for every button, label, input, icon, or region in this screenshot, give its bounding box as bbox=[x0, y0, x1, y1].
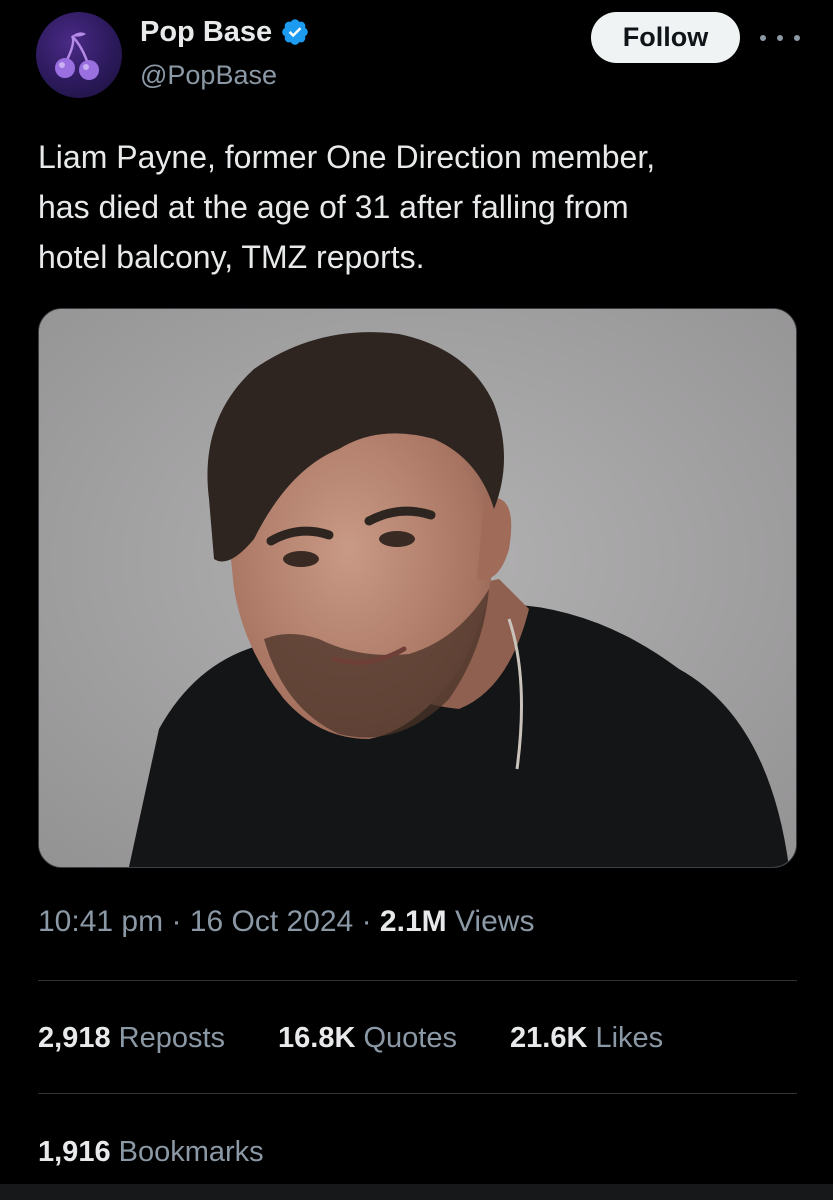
more-dot bbox=[777, 35, 783, 41]
reposts-count: 2,918 bbox=[38, 1022, 111, 1054]
quotes-count: 16.8K bbox=[278, 1022, 356, 1054]
likes-label: Likes bbox=[595, 1022, 664, 1054]
tweet-media-photo[interactable] bbox=[38, 308, 797, 868]
bottom-bar bbox=[0, 1184, 833, 1200]
name-row: Pop Base bbox=[140, 14, 310, 50]
bookmarks-count: 1,916 bbox=[38, 1136, 111, 1168]
tweet-time[interactable]: 10:41 pm bbox=[38, 905, 163, 938]
likes-count: 21.6K bbox=[510, 1022, 588, 1054]
tweet-header: Pop Base @PopBase Follow bbox=[0, 0, 833, 110]
reposts-label: Reposts bbox=[118, 1022, 226, 1054]
bookmarks-label: Bookmarks bbox=[118, 1136, 264, 1168]
meta-separator: · bbox=[361, 905, 372, 938]
account-handle[interactable]: @PopBase bbox=[140, 58, 277, 92]
more-dot bbox=[794, 35, 800, 41]
tweet-meta: 10:41 pm · 16 Oct 2024 · 2.1M Views bbox=[38, 902, 534, 942]
likes-stat[interactable]: 21.6K Likes bbox=[510, 1018, 663, 1058]
views-label: Views bbox=[454, 905, 535, 938]
portrait-photo bbox=[39, 309, 796, 867]
bookmarks-stat[interactable]: 1,916 Bookmarks bbox=[38, 1132, 264, 1172]
divider bbox=[38, 1093, 797, 1094]
reposts-stat[interactable]: 2,918 Reposts bbox=[38, 1018, 225, 1058]
follow-button[interactable]: Follow bbox=[591, 12, 740, 63]
verified-badge-icon bbox=[282, 19, 308, 45]
quotes-stat[interactable]: 16.8K Quotes bbox=[278, 1018, 457, 1058]
more-options-icon[interactable] bbox=[760, 26, 800, 50]
tweet-date[interactable]: 16 Oct 2024 bbox=[190, 905, 353, 938]
avatar[interactable] bbox=[36, 12, 122, 98]
views-count: 2.1M bbox=[379, 905, 447, 938]
tweet-text: Liam Payne, former One Direction member,… bbox=[38, 139, 656, 275]
divider bbox=[38, 980, 797, 981]
cherries-icon bbox=[55, 32, 99, 80]
display-name[interactable]: Pop Base bbox=[140, 14, 272, 50]
meta-separator: · bbox=[171, 905, 182, 938]
quotes-label: Quotes bbox=[363, 1022, 457, 1054]
more-dot bbox=[760, 35, 766, 41]
